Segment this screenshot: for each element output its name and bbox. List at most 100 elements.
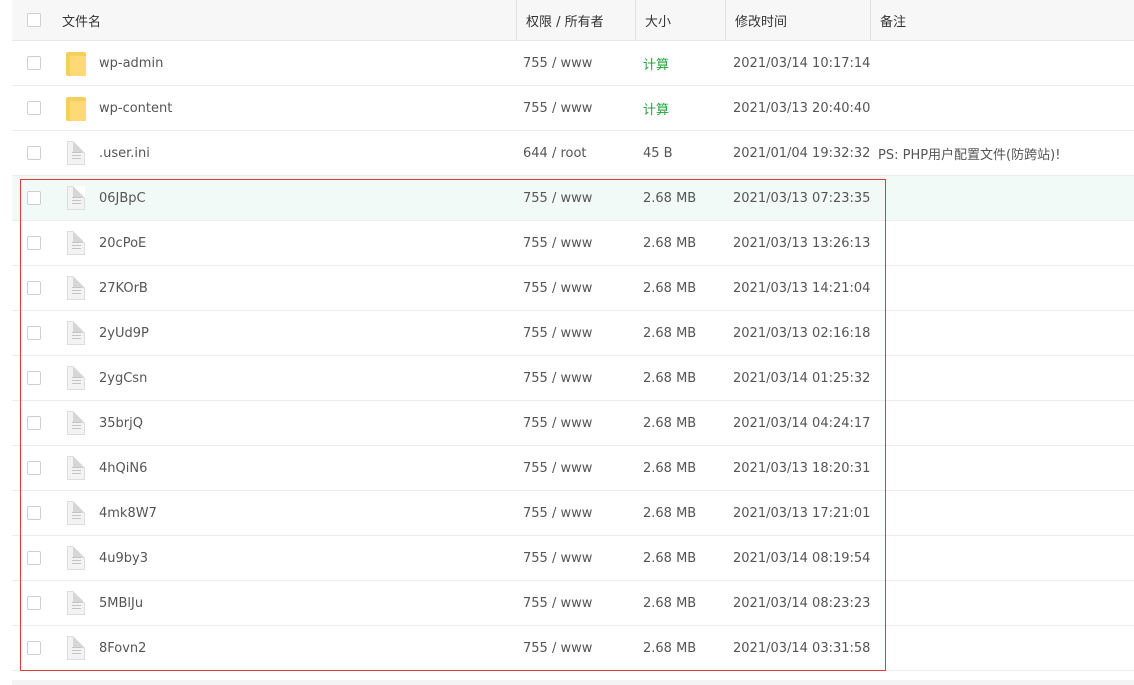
file-name[interactable]: 2yUd9P <box>99 311 509 355</box>
header-size[interactable]: 大小 <box>635 0 723 40</box>
row-checkbox-cell <box>12 41 56 85</box>
file-size: 2.68 MB <box>643 415 697 431</box>
file-note: PS: PHP用户配置文件(防跨站)! <box>878 147 1061 163</box>
file-perm[interactable]: 755 / www <box>516 86 632 130</box>
file-table: 文件名 权限 / 所有者 大小 修改时间 备注 wp-admin 755 / w… <box>12 0 1134 671</box>
row-checkbox[interactable] <box>27 371 41 385</box>
file-perm[interactable]: 755 / www <box>516 176 632 220</box>
file-name[interactable]: wp-content <box>99 86 509 130</box>
table-row[interactable]: 06JBpC 755 / www 2.68 MB 2021/03/13 07:2… <box>12 176 1134 221</box>
file-name[interactable]: 4u9by3 <box>99 536 509 580</box>
table-row[interactable]: 27KOrB 755 / www 2.68 MB 2021/03/13 14:2… <box>12 266 1134 311</box>
file-icon <box>62 491 90 535</box>
file-time: 2021/03/13 18:20:31 <box>733 460 871 476</box>
file-size: 2.68 MB <box>643 190 697 206</box>
select-all-cell <box>12 0 56 40</box>
file-perm[interactable]: 755 / www <box>516 536 632 580</box>
file-icon <box>62 266 90 310</box>
table-row[interactable]: 20cPoE 755 / www 2.68 MB 2021/03/13 13:2… <box>12 221 1134 266</box>
file-size: 2.68 MB <box>643 460 697 476</box>
header-perm[interactable]: 权限 / 所有者 <box>516 0 632 40</box>
table-row[interactable]: 8Fovn2 755 / www 2.68 MB 2021/03/14 03:3… <box>12 626 1134 671</box>
row-checkbox-cell <box>12 446 56 490</box>
table-row[interactable]: 4mk8W7 755 / www 2.68 MB 2021/03/13 17:2… <box>12 491 1134 536</box>
row-checkbox[interactable] <box>27 461 41 475</box>
file-name[interactable]: 8Fovn2 <box>99 626 509 670</box>
file-size: 2.68 MB <box>643 595 697 611</box>
file-perm[interactable]: 755 / www <box>516 41 632 85</box>
file-name[interactable]: 06JBpC <box>99 176 509 220</box>
file-name[interactable]: 5MBlJu <box>99 581 509 625</box>
file-icon <box>62 356 90 400</box>
row-checkbox-cell <box>12 536 56 580</box>
file-time: 2021/03/14 08:23:23 <box>733 595 871 611</box>
file-icon <box>62 581 90 625</box>
calc-size-link[interactable]: 计算 <box>636 86 724 130</box>
file-name[interactable]: .user.ini <box>99 131 509 175</box>
row-checkbox[interactable] <box>27 416 41 430</box>
row-checkbox[interactable] <box>27 506 41 520</box>
file-note <box>870 221 1134 265</box>
row-checkbox[interactable] <box>27 56 41 70</box>
file-name[interactable]: 20cPoE <box>99 221 509 265</box>
row-checkbox-cell <box>12 86 56 130</box>
file-size: 2.68 MB <box>643 235 697 251</box>
file-name[interactable]: 4mk8W7 <box>99 491 509 535</box>
row-checkbox[interactable] <box>27 101 41 115</box>
file-name[interactable]: 4hQiN6 <box>99 446 509 490</box>
file-perm[interactable]: 755 / www <box>516 581 632 625</box>
file-size: 2.68 MB <box>643 325 697 341</box>
file-size: 2.68 MB <box>643 280 697 296</box>
table-row[interactable]: 5MBlJu 755 / www 2.68 MB 2021/03/14 08:2… <box>12 581 1134 626</box>
file-perm[interactable]: 755 / www <box>516 356 632 400</box>
table-row[interactable]: 35brjQ 755 / www 2.68 MB 2021/03/14 04:2… <box>12 401 1134 446</box>
row-checkbox[interactable] <box>27 641 41 655</box>
file-size: 45 B <box>643 145 673 161</box>
file-perm[interactable]: 644 / root <box>516 131 632 175</box>
file-time: 2021/03/14 08:19:54 <box>733 550 871 566</box>
table-row[interactable]: 4hQiN6 755 / www 2.68 MB 2021/03/13 18:2… <box>12 446 1134 491</box>
header-name[interactable]: 文件名 <box>62 0 512 40</box>
row-checkbox[interactable] <box>27 551 41 565</box>
file-icon <box>62 221 90 265</box>
row-checkbox[interactable] <box>27 191 41 205</box>
row-checkbox[interactable] <box>27 326 41 340</box>
file-perm[interactable]: 755 / www <box>516 401 632 445</box>
row-checkbox[interactable] <box>27 146 41 160</box>
file-note <box>870 626 1134 670</box>
table-row[interactable]: wp-content 755 / www 计算 2021/03/13 20:40… <box>12 86 1134 131</box>
file-time: 2021/03/13 13:26:13 <box>733 235 871 251</box>
file-time: 2021/01/04 19:32:32 <box>733 145 871 161</box>
header-time[interactable]: 修改时间 <box>725 0 877 40</box>
row-checkbox-cell <box>12 626 56 670</box>
table-row[interactable]: 2ygCsn 755 / www 2.68 MB 2021/03/14 01:2… <box>12 356 1134 401</box>
file-perm[interactable]: 755 / www <box>516 221 632 265</box>
file-perm[interactable]: 755 / www <box>516 446 632 490</box>
table-row[interactable]: wp-admin 755 / www 计算 2021/03/14 10:17:1… <box>12 41 1134 86</box>
file-note <box>870 41 1134 85</box>
file-perm[interactable]: 755 / www <box>516 626 632 670</box>
file-perm[interactable]: 755 / www <box>516 491 632 535</box>
file-time: 2021/03/14 04:24:17 <box>733 415 871 431</box>
file-name[interactable]: 27KOrB <box>99 266 509 310</box>
file-note <box>870 311 1134 355</box>
table-row[interactable]: 4u9by3 755 / www 2.68 MB 2021/03/14 08:1… <box>12 536 1134 581</box>
table-row[interactable]: .user.ini 644 / root 45 B 2021/01/04 19:… <box>12 131 1134 176</box>
file-note <box>870 356 1134 400</box>
row-checkbox-cell <box>12 356 56 400</box>
row-checkbox[interactable] <box>27 596 41 610</box>
row-checkbox-cell <box>12 221 56 265</box>
file-note <box>870 86 1134 130</box>
file-name[interactable]: 35brjQ <box>99 401 509 445</box>
file-time: 2021/03/14 10:17:14 <box>733 55 871 71</box>
file-perm[interactable]: 755 / www <box>516 311 632 355</box>
table-row[interactable]: 2yUd9P 755 / www 2.68 MB 2021/03/13 02:1… <box>12 311 1134 356</box>
file-time: 2021/03/14 01:25:32 <box>733 370 871 386</box>
select-all-checkbox[interactable] <box>27 13 41 27</box>
file-perm[interactable]: 755 / www <box>516 266 632 310</box>
file-name[interactable]: wp-admin <box>99 41 509 85</box>
row-checkbox[interactable] <box>27 281 41 295</box>
row-checkbox[interactable] <box>27 236 41 250</box>
file-name[interactable]: 2ygCsn <box>99 356 509 400</box>
calc-size-link[interactable]: 计算 <box>636 41 724 85</box>
